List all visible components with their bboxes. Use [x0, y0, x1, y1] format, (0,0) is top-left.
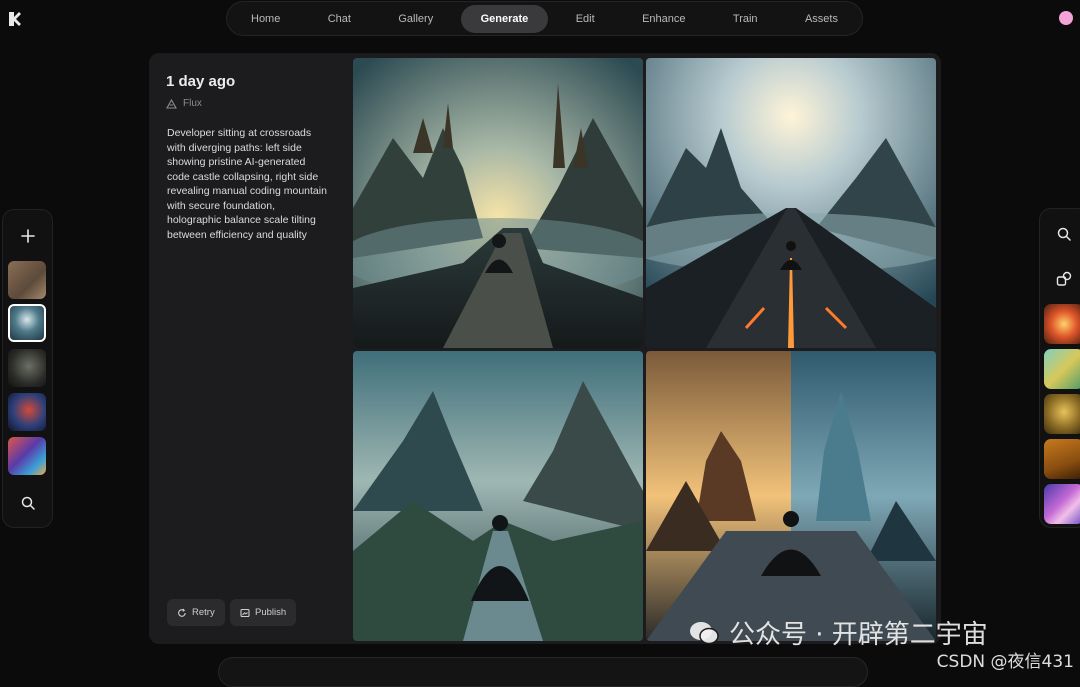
nav-train[interactable]: Train: [713, 5, 778, 33]
publish-button[interactable]: Publish: [230, 599, 297, 626]
explore-search-button[interactable]: [1052, 222, 1076, 246]
nav-chat[interactable]: Chat: [308, 5, 371, 33]
nav-generate[interactable]: Generate: [460, 4, 549, 33]
nav-assets[interactable]: Assets: [785, 5, 858, 33]
wechat-watermark: 公众号 · 开辟第二宇宙: [689, 614, 988, 651]
generation-card: 1 day ago Flux Developer sitting at cros…: [149, 53, 941, 644]
wechat-icon: [690, 621, 719, 644]
wechat-watermark-text: 公众号 · 开辟第二宇宙: [729, 620, 988, 650]
prompt-bar[interactable]: [218, 657, 868, 687]
generation-timestamp: 1 day ago: [166, 73, 236, 90]
new-generation-button[interactable]: [16, 224, 40, 248]
explore-thumbnail[interactable]: [1044, 394, 1080, 434]
retry-button[interactable]: Retry: [167, 599, 225, 626]
retry-icon: [178, 608, 186, 617]
search-icon: [1057, 227, 1071, 241]
generated-image-2[interactable]: [646, 58, 936, 348]
nav-enhance[interactable]: Enhance: [622, 5, 705, 33]
generated-image-3[interactable]: [353, 351, 643, 641]
nav-edit[interactable]: Edit: [556, 5, 615, 33]
explore-thumbnail[interactable]: [1044, 484, 1080, 524]
explore-thumbnail[interactable]: [1044, 439, 1080, 479]
history-sidebar: [2, 209, 53, 528]
plus-icon: [21, 229, 35, 243]
shapes-button[interactable]: [1052, 267, 1076, 291]
explore-sidebar: [1039, 208, 1080, 528]
history-thumbnail-selected[interactable]: [8, 304, 46, 342]
retry-label: Retry: [192, 607, 215, 618]
history-thumbnail[interactable]: [8, 393, 46, 431]
csdn-watermark: CSDN @夜信431: [936, 652, 1074, 672]
model-tag: Flux: [166, 98, 202, 109]
nav-gallery[interactable]: Gallery: [378, 5, 453, 33]
shapes-icon: [1056, 271, 1072, 286]
app-logo-icon[interactable]: [8, 11, 22, 27]
explore-thumbnail[interactable]: [1044, 304, 1080, 344]
publish-icon: [240, 608, 250, 617]
generated-image-1[interactable]: [353, 58, 643, 348]
generated-image-4[interactable]: [646, 351, 936, 641]
nav-home[interactable]: Home: [231, 5, 300, 33]
prompt-text: Developer sitting at crossroads with div…: [167, 127, 327, 241]
top-navigation: Home Chat Gallery Generate Edit Enhance …: [226, 1, 863, 36]
user-avatar[interactable]: [1059, 11, 1073, 25]
model-name: Flux: [183, 98, 202, 109]
history-thumbnail[interactable]: [8, 437, 46, 475]
history-search-button[interactable]: [16, 491, 40, 515]
history-thumbnail[interactable]: [8, 349, 46, 387]
search-icon: [21, 496, 35, 510]
history-thumbnail[interactable]: [8, 261, 46, 299]
explore-thumbnail[interactable]: [1044, 349, 1080, 389]
publish-label: Publish: [255, 607, 287, 618]
triangle-model-icon: [166, 98, 177, 109]
